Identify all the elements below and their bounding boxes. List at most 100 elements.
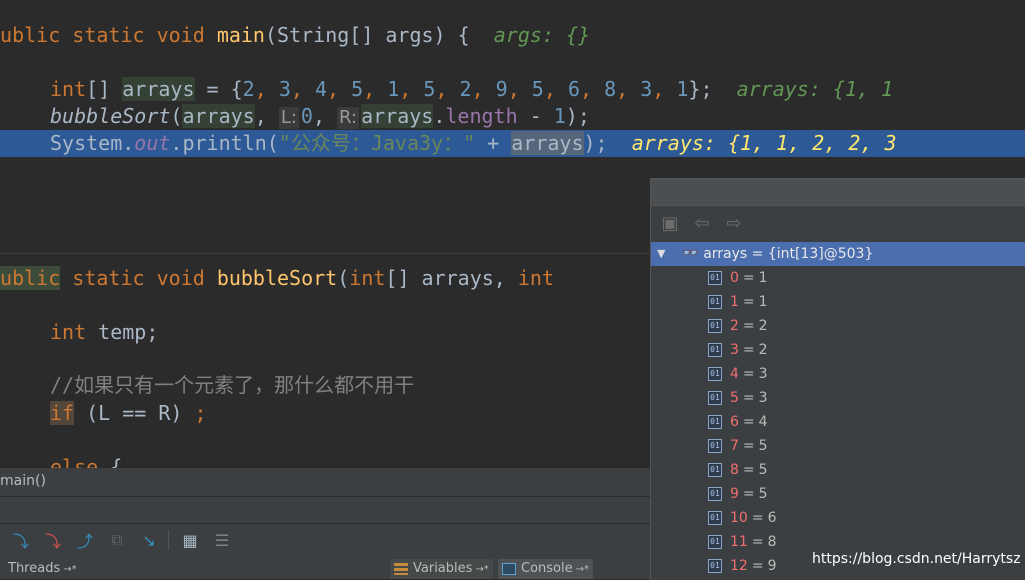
code-line-arrays[interactable]: int[] arrays = {2, 3, 4, 5, 1, 5, 2, 9, … xyxy=(50,76,893,103)
tab-label: Threads xyxy=(8,561,60,576)
comma: , xyxy=(435,77,459,101)
array-number: 8 xyxy=(604,77,616,101)
comma: , xyxy=(399,77,423,101)
equals-sign: = xyxy=(752,530,764,554)
step-into-icon[interactable]: ⤵ xyxy=(42,529,64,551)
code-line-bubble[interactable]: public static void bubbleSort(int[] arra… xyxy=(0,265,554,292)
code-line-comment[interactable]: //如果只有一个元素了，那什么都不用干 xyxy=(50,372,414,399)
code-token: arrays xyxy=(122,77,194,101)
array-literal: 2, 3, 4, 5, 1, 5, 2, 9, 5, 6, 8, 3, 1 xyxy=(243,77,689,101)
code-token: 0 xyxy=(301,104,313,128)
array-element-icon: 01 xyxy=(708,295,722,309)
code-token: { xyxy=(98,455,122,468)
equals-sign: = xyxy=(743,434,755,458)
variable-inspector-popup[interactable]: ▣ ⇦ ⇨ ▼ 👓 arrays = {int[13]@503} 010=101… xyxy=(650,178,1025,580)
inline-value-hint: arrays: {1, 1 xyxy=(737,77,894,101)
array-number: 4 xyxy=(315,77,327,101)
array-element-icon: 01 xyxy=(708,487,722,501)
stack-frame-main[interactable]: main() xyxy=(0,473,46,489)
comma: , xyxy=(580,77,604,101)
tree-item-element[interactable]: 016=4 xyxy=(651,410,1025,434)
array-element-icon: 01 xyxy=(708,439,722,453)
tree-item-element[interactable]: 0110=6 xyxy=(651,506,1025,530)
element-index: 0 xyxy=(730,266,739,290)
array-number: 2 xyxy=(460,77,472,101)
code-line-main[interactable]: public static void main(String[] args) {… xyxy=(0,22,590,49)
code-token: , xyxy=(313,104,337,128)
array-element-icon: 01 xyxy=(708,319,722,333)
code-token: "公众号：Java3y：" xyxy=(279,131,475,155)
comma: , xyxy=(327,77,351,101)
evaluate-expression-icon[interactable]: ▦ xyxy=(179,529,201,551)
code-token: main xyxy=(217,23,265,47)
code-token: static xyxy=(72,266,144,290)
comma: , xyxy=(363,77,387,101)
comma: , xyxy=(544,77,568,101)
element-value: 8 xyxy=(768,530,777,554)
element-value: 2 xyxy=(759,314,768,338)
variables-icon xyxy=(394,563,408,575)
code-token: ( xyxy=(170,104,182,128)
pin-icon: →* xyxy=(576,564,589,575)
equals-sign: = xyxy=(743,290,755,314)
step-over-icon[interactable]: ⤵ xyxy=(10,529,32,551)
array-element-icon: 01 xyxy=(708,463,722,477)
tree-item-element[interactable]: 019=5 xyxy=(651,482,1025,506)
array-element-icon: 01 xyxy=(708,559,722,573)
tab-label: Console xyxy=(521,561,573,576)
tree-item-element[interactable]: 010=1 xyxy=(651,266,1025,290)
code-line-call[interactable]: bubbleSort(arrays, L:0, R:arrays.length … xyxy=(50,103,590,130)
folder-icon[interactable]: ▣ xyxy=(659,213,681,235)
back-arrow-icon[interactable]: ⇦ xyxy=(691,213,713,235)
drop-frame-icon[interactable]: ⧉ xyxy=(106,529,128,551)
tab-variables[interactable]: Variables→* xyxy=(390,559,493,579)
trace-icon[interactable]: ☰ xyxy=(211,529,233,551)
pin-icon: →* xyxy=(63,564,76,575)
code-line-if[interactable]: if (L == R) ; xyxy=(50,400,207,427)
array-element-icon: 01 xyxy=(708,271,722,285)
element-index: 3 xyxy=(730,338,739,362)
equals-sign: = xyxy=(743,338,755,362)
element-value: 9 xyxy=(768,554,777,578)
array-element-icon: 01 xyxy=(708,367,722,381)
pin-icon: →* xyxy=(475,564,488,575)
expand-arrow-icon[interactable]: ▼ xyxy=(657,242,669,266)
step-out-icon[interactable]: ⤴ xyxy=(74,529,96,551)
tab-threads[interactable]: Threads→* xyxy=(4,559,81,579)
equals-sign: = xyxy=(752,506,764,530)
code-line-else[interactable]: else { xyxy=(50,454,122,468)
code-line-print-current[interactable]: System.out.println("公众号：Java3y：" + array… xyxy=(0,130,1025,157)
equals-sign: = xyxy=(743,266,755,290)
array-number: 9 xyxy=(496,77,508,101)
tree-item-element[interactable]: 015=3 xyxy=(651,386,1025,410)
code-token: (String[] args) { xyxy=(265,23,470,47)
tree-item-element[interactable]: 018=5 xyxy=(651,458,1025,482)
popup-title-bar[interactable] xyxy=(651,179,1025,206)
equals-sign: = xyxy=(743,314,755,338)
tree-root-arrays[interactable]: ▼ 👓 arrays = {int[13]@503} xyxy=(651,242,1025,266)
code-line-temp[interactable]: int temp; xyxy=(50,319,158,346)
method-separator xyxy=(0,253,650,254)
tab-console[interactable]: Console→* xyxy=(498,559,593,579)
array-number: 3 xyxy=(640,77,652,101)
inline-value-hint: arrays: {1, 1, 2, 2, 3 xyxy=(632,131,897,155)
tree-item-element[interactable]: 017=5 xyxy=(651,434,1025,458)
comma: , xyxy=(508,77,532,101)
array-element-icon: 01 xyxy=(708,415,722,429)
watch-glasses-icon: 👓 xyxy=(681,242,697,266)
array-number: 2 xyxy=(243,77,255,101)
element-value: 2 xyxy=(759,338,768,362)
code-token: if xyxy=(50,401,74,425)
code-token: out xyxy=(134,131,170,155)
tree-item-element[interactable]: 01 3=2 xyxy=(651,338,1025,362)
tree-item-element[interactable]: 011=1 xyxy=(651,290,1025,314)
equals-sign: = xyxy=(743,386,755,410)
element-index: 5 xyxy=(730,386,739,410)
run-to-cursor-icon[interactable]: ↘ xyxy=(138,529,160,551)
forward-arrow-icon[interactable]: ⇨ xyxy=(723,213,745,235)
array-element-icon: 01 xyxy=(708,343,722,357)
tree-item-element[interactable]: 014=3 xyxy=(651,362,1025,386)
tree-item-element[interactable]: 012=2 xyxy=(651,314,1025,338)
code-token: length xyxy=(445,104,517,128)
code-token: 1 xyxy=(554,104,566,128)
